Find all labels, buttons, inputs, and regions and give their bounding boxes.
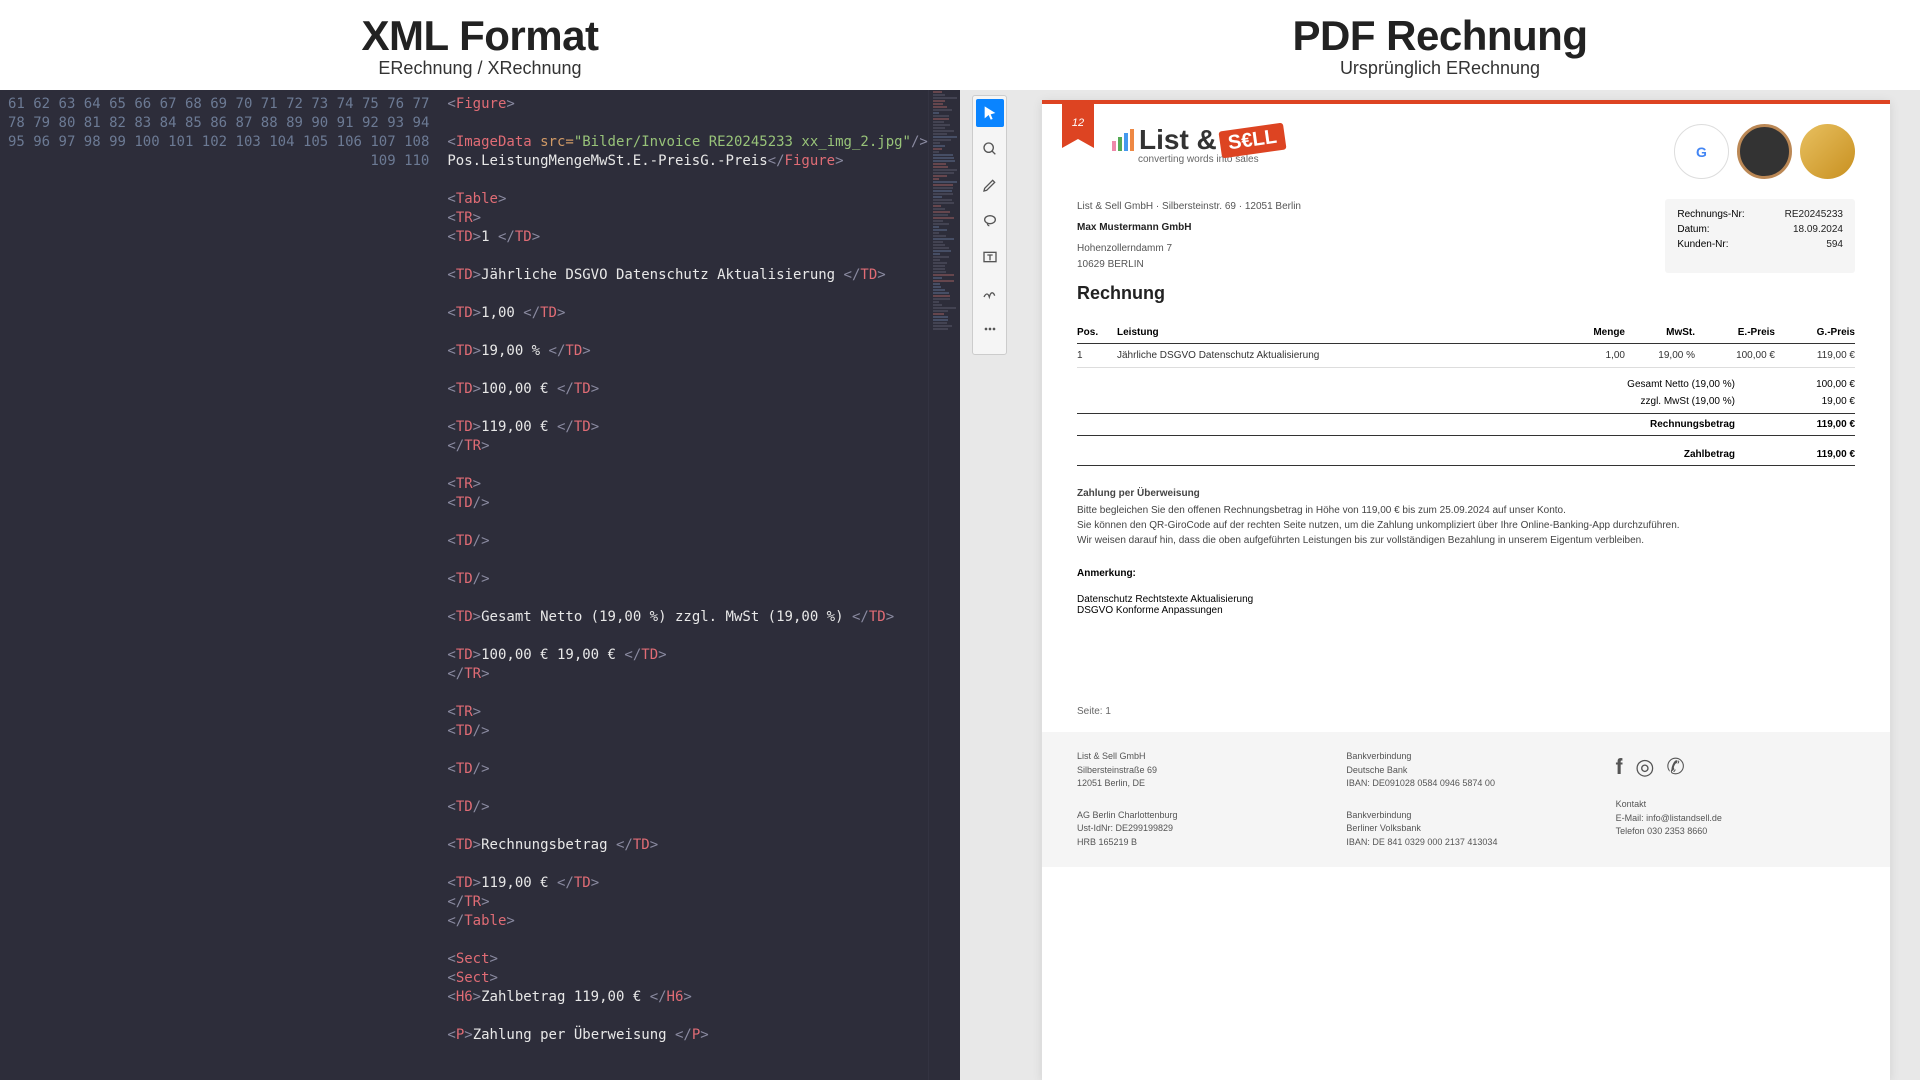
pdf-document[interactable]: 12 List & S€LL converting words into sal… xyxy=(1042,100,1890,1080)
left-subtitle: ERechnung / XRechnung xyxy=(378,58,581,79)
more-icon[interactable] xyxy=(976,315,1004,343)
right-subtitle: Ursprünglich ERechnung xyxy=(1340,58,1540,79)
document-title: Rechnung xyxy=(1042,283,1890,314)
invoice-table: Pos. Leistung Menge MwSt. E.-Preis G.-Pr… xyxy=(1077,322,1855,368)
line-gutter: 61 62 63 64 65 66 67 68 69 70 71 72 73 7… xyxy=(0,90,437,1080)
logo-tagline: converting words into sales xyxy=(1138,154,1285,165)
code-editor[interactable]: 61 62 63 64 65 66 67 68 69 70 71 72 73 7… xyxy=(0,90,960,1080)
badges: G xyxy=(1674,124,1855,179)
xml-panel: XML Format ERechnung / XRechnung 61 62 6… xyxy=(0,0,960,1080)
pointer-tool-icon[interactable] xyxy=(976,99,1004,127)
right-title: PDF Rechnung xyxy=(1293,12,1588,60)
pdf-footer: List & Sell GmbH Silbersteinstraße 69 12… xyxy=(1042,732,1890,867)
payment-info: Zahlung per Überweisung Bitte begleichen… xyxy=(1077,486,1855,548)
pen-tool-icon[interactable] xyxy=(976,171,1004,199)
lasso-tool-icon[interactable] xyxy=(976,207,1004,235)
logo: List & S€LL converting words into sales xyxy=(1112,124,1285,165)
remarks: Anmerkung: Datenschutz Rechtstexte Aktua… xyxy=(1077,568,1855,616)
address-meta-section: List & Sell GmbH · Silbersteinstr. 69 · … xyxy=(1042,189,1890,283)
pdf-header: List & S€LL converting words into sales … xyxy=(1042,104,1890,189)
top100-seo-badge xyxy=(1737,124,1792,179)
left-title: XML Format xyxy=(362,12,599,60)
address-block: List & Sell GmbH · Silbersteinstr. 69 · … xyxy=(1077,199,1301,273)
instagram-icon[interactable]: ◎ xyxy=(1635,750,1654,783)
totals: Gesamt Netto (19,00 %)100,00 € zzgl. MwS… xyxy=(1077,376,1855,466)
zoom-icon[interactable] xyxy=(976,135,1004,163)
table-row: 1 Jährliche DSGVO Datenschutz Aktualisie… xyxy=(1077,344,1855,368)
signature-icon[interactable] xyxy=(976,279,1004,307)
recipient-name: Max Mustermann GmbH xyxy=(1077,220,1301,236)
minimap[interactable] xyxy=(928,90,960,1080)
invoice-meta: Rechnungs-Nr:RE20245233 Datum:18.09.2024… xyxy=(1665,199,1855,273)
whatsapp-icon[interactable]: ✆ xyxy=(1666,750,1684,783)
recipient-addr2: 10629 BERLIN xyxy=(1077,257,1301,273)
recipient-addr1: Hohenzollerndamm 7 xyxy=(1077,241,1301,257)
left-header: XML Format ERechnung / XRechnung xyxy=(0,0,960,90)
pdf-panel: PDF Rechnung Ursprünglich ERechnung 12 xyxy=(960,0,1920,1080)
logo-sell-tag: S€LL xyxy=(1218,122,1286,158)
pdf-viewer: 12 List & S€LL converting words into sal… xyxy=(960,90,1920,1080)
google-partner-badge: G xyxy=(1674,124,1729,179)
sender-line: List & Sell GmbH · Silbersteinstr. 69 · … xyxy=(1077,199,1301,215)
gold-award-badge xyxy=(1800,124,1855,179)
pdf-toolbar xyxy=(972,95,1007,355)
code-content[interactable]: <Figure> <ImageData src="Bilder/Invoice … xyxy=(437,90,927,1080)
facebook-icon[interactable]: 𝐟 xyxy=(1616,750,1624,783)
page-number: Seite: 1 xyxy=(1077,706,1855,717)
logo-text: List & xyxy=(1139,124,1217,156)
text-box-icon[interactable] xyxy=(976,243,1004,271)
table-header: Pos. Leistung Menge MwSt. E.-Preis G.-Pr… xyxy=(1077,322,1855,344)
right-header: PDF Rechnung Ursprünglich ERechnung xyxy=(960,0,1920,90)
logo-bars-icon xyxy=(1112,129,1134,151)
